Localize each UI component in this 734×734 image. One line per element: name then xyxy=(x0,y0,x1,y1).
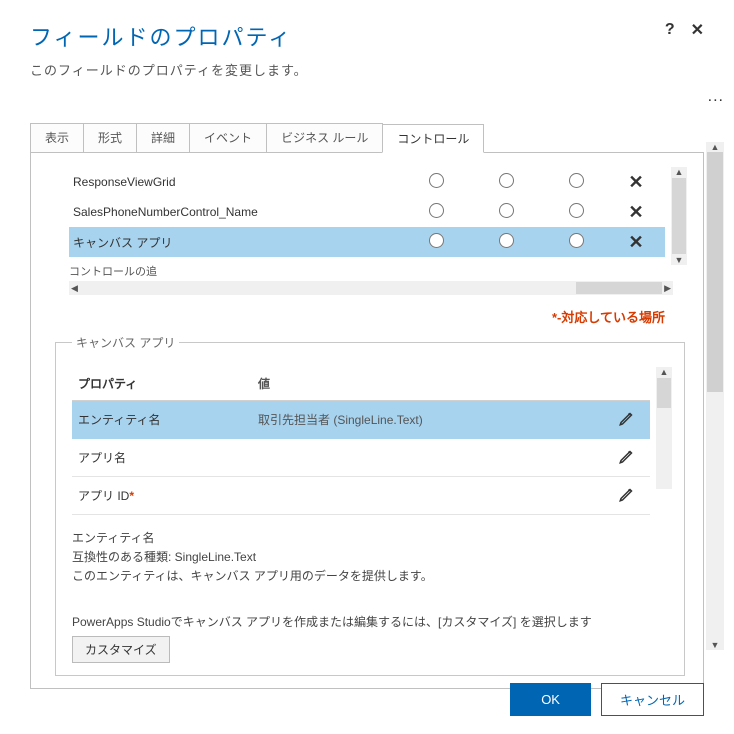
radio-tablet[interactable] xyxy=(569,203,584,218)
radio-phone[interactable] xyxy=(499,203,514,218)
overflow-menu-icon[interactable]: ... xyxy=(708,88,724,106)
properties-vscrollbar[interactable]: ▲ xyxy=(656,367,672,489)
control-row[interactable]: SalesPhoneNumberControl_Name ✕ xyxy=(69,197,665,227)
radio-phone[interactable] xyxy=(499,233,514,248)
scroll-right-icon[interactable]: ▶ xyxy=(664,283,671,294)
scroll-down-icon[interactable]: ▼ xyxy=(675,255,684,265)
edit-icon[interactable] xyxy=(610,485,644,506)
scroll-up-icon[interactable]: ▲ xyxy=(711,142,720,152)
header-property: プロパティ xyxy=(78,375,258,392)
header-value: 値 xyxy=(258,375,610,392)
remove-control-icon[interactable]: ✕ xyxy=(611,233,661,251)
controls-list: ResponseViewGrid ✕ SalesPhoneNumberContr… xyxy=(43,167,691,257)
scroll-up-icon[interactable]: ▲ xyxy=(660,367,669,377)
cancel-button[interactable]: キャンセル xyxy=(601,683,704,716)
tab-controls[interactable]: コントロール xyxy=(382,124,484,153)
control-row[interactable]: ResponseViewGrid ✕ xyxy=(69,167,665,197)
page-subtitle: このフィールドのプロパティを変更します。 xyxy=(30,60,704,79)
radio-web[interactable] xyxy=(429,233,444,248)
property-value: 取引先担当者 (SingleLine.Text) xyxy=(258,411,610,428)
ok-button[interactable]: OK xyxy=(510,683,591,716)
scroll-up-icon[interactable]: ▲ xyxy=(675,167,684,177)
property-table: プロパティ 値 エンティティ名 取引先担当者 (SingleLine.Text)… xyxy=(72,367,672,515)
page-title: フィールドのプロパティ xyxy=(30,20,292,52)
controls-hscrollbar[interactable]: ◀ ▶ xyxy=(69,281,673,295)
property-row[interactable]: アプリ名 xyxy=(72,439,650,477)
tab-details[interactable]: 詳細 xyxy=(136,123,190,152)
tab-content: ResponseViewGrid ✕ SalesPhoneNumberContr… xyxy=(30,153,704,689)
controls-vscrollbar[interactable]: ▲ ▼ xyxy=(671,167,687,265)
property-description: エンティティ名 互換性のある種類: SingleLine.Text このエンティ… xyxy=(72,529,672,587)
tabs: 表示 形式 詳細 イベント ビジネス ルール コントロール xyxy=(30,123,704,153)
edit-icon[interactable] xyxy=(610,409,644,430)
required-star-icon: * xyxy=(129,489,134,503)
control-name: SalesPhoneNumberControl_Name xyxy=(73,205,401,219)
controls-truncated-label: コントロールの追 xyxy=(43,263,691,279)
canvas-legend: キャンバス アプリ xyxy=(72,334,179,351)
property-name: アプリ ID* xyxy=(78,487,258,504)
radio-web[interactable] xyxy=(429,203,444,218)
control-name: キャンバス アプリ xyxy=(73,234,401,251)
scroll-down-icon[interactable]: ▼ xyxy=(711,640,720,650)
property-row[interactable]: エンティティ名 取引先担当者 (SingleLine.Text) xyxy=(72,401,650,439)
remove-control-icon[interactable]: ✕ xyxy=(611,203,661,221)
radio-tablet[interactable] xyxy=(569,233,584,248)
desc-text: このエンティティは、キャンバス アプリ用のデータを提供します。 xyxy=(72,567,672,586)
tab-business-rules[interactable]: ビジネス ルール xyxy=(266,123,383,152)
property-header: プロパティ 値 xyxy=(72,367,650,401)
property-name: エンティティ名 xyxy=(78,411,258,428)
radio-phone[interactable] xyxy=(499,173,514,188)
studio-note: PowerApps Studioでキャンバス アプリを作成または編集するには、[… xyxy=(72,613,672,630)
help-icon[interactable]: ? xyxy=(665,21,675,39)
scroll-left-icon[interactable]: ◀ xyxy=(71,283,78,294)
radio-tablet[interactable] xyxy=(569,173,584,188)
tab-format[interactable]: 形式 xyxy=(83,123,137,152)
tab-display[interactable]: 表示 xyxy=(30,123,84,152)
remove-control-icon[interactable]: ✕ xyxy=(611,173,661,191)
property-row[interactable]: アプリ ID* xyxy=(72,477,650,515)
edit-icon[interactable] xyxy=(610,447,644,468)
radio-web[interactable] xyxy=(429,173,444,188)
canvas-app-fieldset: キャンバス アプリ プロパティ 値 エンティティ名 取引先担当者 (Single… xyxy=(55,334,685,676)
outer-vscrollbar[interactable]: ▲ ▼ xyxy=(706,142,724,650)
control-name: ResponseViewGrid xyxy=(73,175,401,189)
control-row[interactable]: キャンバス アプリ ✕ xyxy=(69,227,665,257)
dialog-footer: OK キャンセル xyxy=(510,683,704,716)
customize-button[interactable]: カスタマイズ xyxy=(72,636,170,663)
desc-name: エンティティ名 xyxy=(72,529,672,548)
property-name: アプリ名 xyxy=(78,449,258,466)
support-note: *-対応している場所 xyxy=(43,307,665,326)
tab-events[interactable]: イベント xyxy=(189,123,267,152)
desc-compat: 互換性のある種類: SingleLine.Text xyxy=(72,548,672,567)
close-icon[interactable]: ✕ xyxy=(691,20,704,40)
